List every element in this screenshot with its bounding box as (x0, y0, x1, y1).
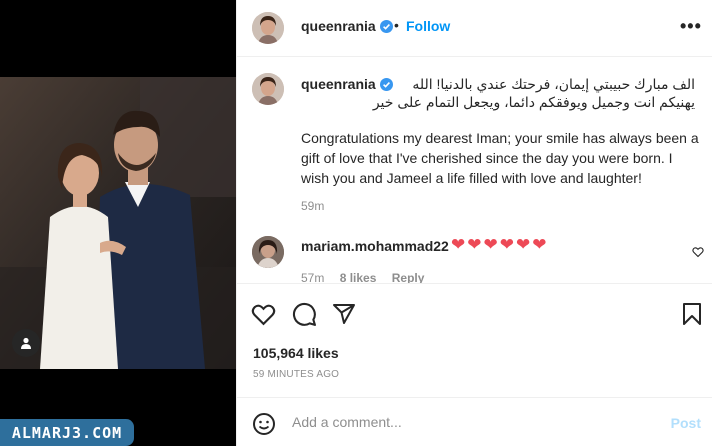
post-header: queenrania • Follow ••• (237, 0, 712, 57)
couple-photo (0, 77, 236, 369)
post-time-ago: 59 MINUTES AGO (253, 369, 340, 380)
user-tag-button[interactable] (12, 329, 40, 357)
heart-emoji: ❤ (467, 235, 482, 254)
username-text[interactable]: queenrania (301, 76, 376, 92)
heart-emoji: ❤ (483, 235, 498, 254)
user-tag-icon (21, 337, 31, 349)
avatar-image (252, 12, 284, 44)
avatar-image (252, 236, 284, 268)
bookmark-icon[interactable] (682, 302, 702, 326)
post-actions: 105,964 likes 59 MINUTES AGO (237, 283, 712, 383)
follow-button[interactable]: Follow (406, 18, 450, 34)
caption-timestamp[interactable]: 59m (301, 199, 324, 213)
likes-count[interactable]: 105,964 likes (253, 345, 339, 361)
heart-icon[interactable] (251, 302, 276, 327)
caption-english-text: Congratulations my dearest Iman; your sm… (301, 130, 699, 186)
comment-meta: 57m 8 likes Reply (301, 271, 424, 283)
post-author-username[interactable]: queenrania (301, 18, 393, 34)
heart-emoji: ❤ (532, 235, 547, 254)
caption-arabic-line-2: يهنيكم انت وجميل ويوفقكم دائما، ويجعل ال… (372, 94, 695, 110)
username-text[interactable]: queenrania (301, 18, 376, 34)
commenter-avatar[interactable] (252, 236, 284, 268)
comment-like-heart-icon[interactable] (692, 246, 704, 258)
post-media: ALMARJ3.COM (0, 0, 236, 446)
post-photo[interactable] (0, 77, 236, 369)
caption-username[interactable]: queenrania (301, 76, 393, 92)
add-comment-bar: Post (237, 397, 712, 446)
heart-emoji: ❤ (451, 235, 466, 254)
more-options-icon[interactable]: ••• (680, 16, 702, 37)
emoji-icon[interactable] (252, 412, 276, 436)
comment-likes-link[interactable]: 8 likes (340, 271, 377, 283)
caption-avatar[interactable] (252, 73, 284, 105)
share-icon[interactable] (332, 302, 356, 326)
comment-icon[interactable] (292, 302, 317, 327)
comment-input[interactable] (292, 412, 662, 432)
comments-section: queenrania الف مبارك حبيبتي إيمان، فرحتك… (237, 58, 712, 283)
verified-badge-icon (379, 20, 393, 33)
reply-button[interactable]: Reply (392, 271, 425, 283)
avatar[interactable] (252, 12, 284, 44)
post-side-panel: queenrania • Follow ••• queenrania الف م… (236, 0, 712, 446)
watermark: ALMARJ3.COM (0, 419, 134, 446)
separator-dot: • (394, 17, 399, 33)
commenter-username[interactable]: mariam.mohammad22 (301, 238, 449, 254)
comment-timestamp[interactable]: 57m (301, 271, 324, 283)
comment-hearts: ❤ ❤ ❤ ❤ ❤ ❤ (451, 236, 547, 254)
verified-badge-icon (379, 78, 393, 91)
post-comment-button[interactable]: Post (671, 415, 701, 431)
heart-emoji: ❤ (516, 235, 531, 254)
avatar-image (252, 73, 284, 105)
caption-arabic-line-1: الف مبارك حبيبتي إيمان، فرحتك عندي بالدن… (412, 76, 695, 92)
heart-emoji: ❤ (499, 235, 514, 254)
